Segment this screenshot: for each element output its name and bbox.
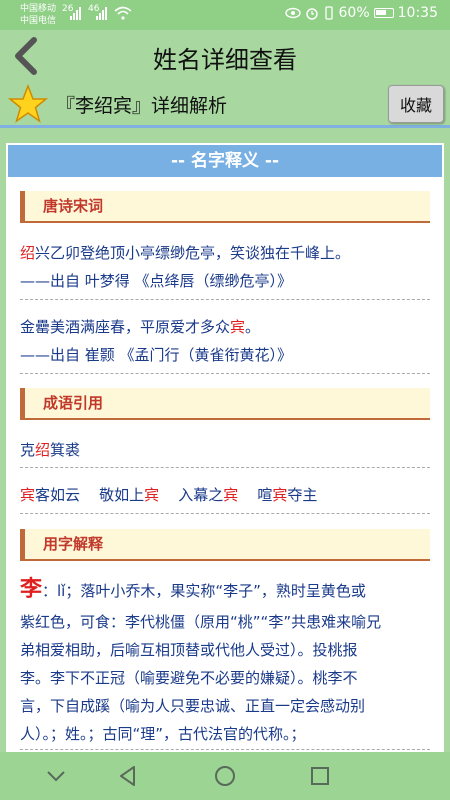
poetry-heading: 唐诗宋词 xyxy=(20,191,430,223)
idiom-text: 敬如上 xyxy=(99,486,145,504)
char-line-6: 人）。；姓。；古同“理”，古代法官的代称。； xyxy=(20,725,306,743)
status-right: 60% 10:35 xyxy=(284,5,438,21)
poetry-text: 。 xyxy=(245,318,261,336)
char-line-4: 李。李下不正冠（喻要避免不必要的嫌疑）。桃李不 xyxy=(20,669,358,687)
carrier-2: 中国电信 xyxy=(20,16,57,26)
idiom-row-1[interactable]: 克绍箕裘 xyxy=(20,438,430,462)
idiom-item[interactable]: 敬如上宾 xyxy=(99,486,159,504)
char-line-1: 李：lǐ；落叶小乔木，果实称“李子”，熟时呈黄色或 xyxy=(20,577,430,604)
highlight-char: 宾 xyxy=(223,486,239,504)
wifi-icon xyxy=(114,6,132,20)
idiom-text: 喧 xyxy=(257,486,273,504)
idiom-text: 箕裘 xyxy=(50,441,81,459)
idiom-item[interactable]: 宾客如云 xyxy=(20,486,80,504)
idiom-row-2: 宾客如云 敬如上宾 入幕之宾 喧宾夺主 xyxy=(20,483,430,507)
poetry-line-1: 绍兴乙卯登绝顶小亭缥缈危亭，笑谈独在千峰上。 xyxy=(20,241,430,265)
char-explanation: ：lǐ；落叶小乔木，果实称“李子”，熟时呈黄色或 xyxy=(42,582,366,600)
alarm-icon xyxy=(305,8,318,20)
divider xyxy=(20,749,430,750)
page-title: 姓名详细查看 xyxy=(153,46,297,74)
divider xyxy=(20,467,430,468)
status-bar: 中国移动 中国电信 26 46 60% 10:35 xyxy=(0,0,450,30)
idiom-text: 客如云 xyxy=(35,486,81,504)
signal-1-icon xyxy=(70,7,81,20)
idiom-item[interactable]: 入幕之宾 xyxy=(178,486,238,504)
highlight-char: 宾 xyxy=(144,486,160,504)
idiom-text: 入幕之 xyxy=(178,486,224,504)
highlight-char: 绍 xyxy=(20,244,36,262)
highlight-char: 宾 xyxy=(230,318,246,336)
char-line-5: 言，下自成蹊（喻为人只要忠诚、正直一定会感动别 xyxy=(20,697,366,715)
highlight-char: 宾 xyxy=(272,486,288,504)
char-line-3: 弟相爱相助，后喻互相顶替或代他人受过）。投桃报 xyxy=(20,641,358,659)
poetry-source-2: ——出自 崔颢 《孟门行（黄雀衔黄花）》 xyxy=(20,346,293,364)
divider xyxy=(20,373,430,374)
content-panel: -- 名字释义 -- 唐诗宋词 绍兴乙卯登绝顶小亭缥缈危亭，笑谈独在千峰上。 —… xyxy=(6,143,444,753)
section-title: -- 名字释义 -- xyxy=(8,145,442,177)
divider xyxy=(20,513,430,514)
star-icon xyxy=(8,84,48,123)
system-nav-bar xyxy=(0,752,450,800)
chevron-down-icon[interactable] xyxy=(42,762,70,790)
carrier-labels: 中国移动 中国电信 xyxy=(20,3,56,27)
vibrate-icon xyxy=(324,6,333,20)
carrier-1: 中国移动 xyxy=(20,4,57,14)
char-line-2: 紫红色，可食：李代桃僵（原用“桃”“李”共患难来喻兄 xyxy=(20,613,382,631)
divider xyxy=(20,299,430,300)
nav-back-icon[interactable] xyxy=(114,762,142,790)
highlight-char: 绍 xyxy=(35,441,51,459)
title-bar: 姓名详细查看 xyxy=(0,30,450,82)
poetry-text: 金罍美酒满座春，平原爱才多众 xyxy=(20,318,231,336)
poetry-line-2: 金罍美酒满座春，平原爱才多众宾。 xyxy=(20,315,430,339)
idioms-heading: 成语引用 xyxy=(20,388,430,420)
eye-icon xyxy=(284,7,301,19)
idiom-text: 克 xyxy=(20,441,36,459)
idiom-item[interactable]: 喧宾夺主 xyxy=(257,486,317,504)
subheader: 『李绍宾』详细解析 收藏 xyxy=(0,82,450,128)
highlight-char: 宾 xyxy=(20,486,36,504)
chars-heading: 用字解释 xyxy=(20,529,430,561)
nav-home-icon[interactable] xyxy=(211,762,239,790)
idiom-text: 夺主 xyxy=(287,486,318,504)
explained-char: 李 xyxy=(20,577,43,602)
battery-percent: 60% xyxy=(338,5,370,21)
poetry-source-1: ——出自 叶梦得 《点绛唇（缥缈危亭）》 xyxy=(20,272,293,290)
signal-2-icon xyxy=(96,7,107,20)
battery-icon xyxy=(373,8,394,18)
favorite-button[interactable]: 收藏 xyxy=(388,85,444,123)
nav-recents-icon[interactable] xyxy=(306,762,334,790)
name-analysis-title: 『李绍宾』详细解析 xyxy=(56,95,228,117)
clock: 10:35 xyxy=(397,5,438,21)
poetry-text: 兴乙卯登绝顶小亭缥缈危亭，笑谈独在千峰上。 xyxy=(35,244,351,262)
